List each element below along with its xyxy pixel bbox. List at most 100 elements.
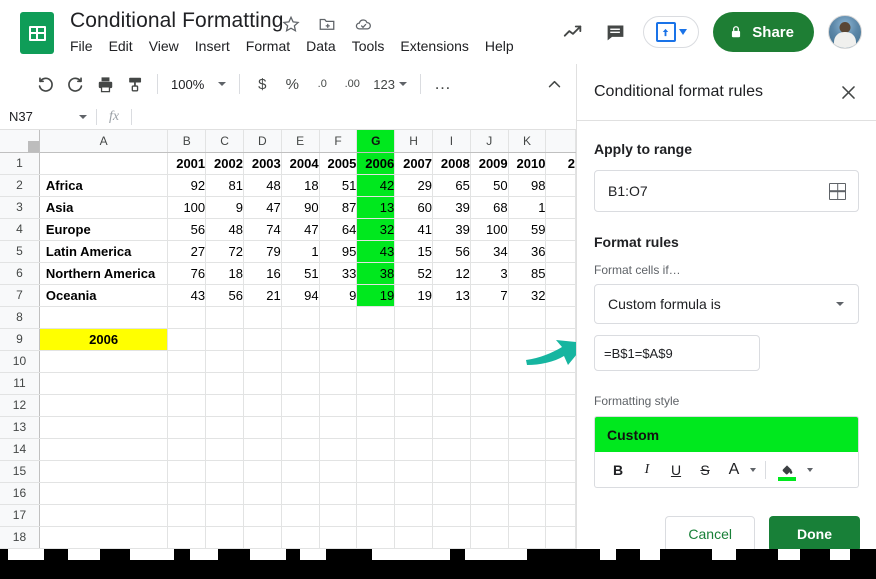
cell-F5[interactable]: 95 xyxy=(319,240,357,262)
row-header-1[interactable]: 1 xyxy=(0,152,39,174)
cell-B9[interactable] xyxy=(168,328,206,350)
cell-G9[interactable] xyxy=(357,328,395,350)
formula-input[interactable] xyxy=(132,104,576,130)
spreadsheet-grid[interactable]: A B C D E F G H I J K 1 2001 2002 2003 2… xyxy=(0,130,576,549)
column-header-B[interactable]: B xyxy=(168,130,206,152)
menu-item-edit[interactable]: Edit xyxy=(109,38,133,54)
cell-C5[interactable]: 72 xyxy=(206,240,244,262)
increase-decimal-button[interactable]: .00 xyxy=(337,70,367,98)
cell-A7[interactable]: Oceania xyxy=(39,284,167,306)
cell-A6[interactable]: Northern America xyxy=(39,262,167,284)
move-to-folder-icon[interactable] xyxy=(317,14,337,34)
cell-B2[interactable]: 92 xyxy=(168,174,206,196)
row-header-5[interactable]: 5 xyxy=(0,240,39,262)
cell-J18[interactable] xyxy=(470,526,508,548)
cell-I1[interactable]: 2008 xyxy=(433,152,471,174)
chevron-down-icon[interactable] xyxy=(79,115,87,119)
cell-J15[interactable] xyxy=(470,460,508,482)
cell-E3[interactable]: 90 xyxy=(281,196,319,218)
cell-D9[interactable] xyxy=(243,328,281,350)
cell-I18[interactable] xyxy=(433,526,471,548)
cell-G3[interactable]: 13 xyxy=(357,196,395,218)
cell-B8[interactable] xyxy=(168,306,206,328)
undo-icon[interactable] xyxy=(30,70,60,98)
condition-select[interactable]: Custom formula is xyxy=(594,284,859,324)
cell-K15[interactable] xyxy=(508,460,546,482)
cell-B12[interactable] xyxy=(168,394,206,416)
cell-J5[interactable]: 34 xyxy=(470,240,508,262)
cell-K4[interactable]: 59 xyxy=(508,218,546,240)
cell-B10[interactable] xyxy=(168,350,206,372)
cell-F15[interactable] xyxy=(319,460,357,482)
row-header-13[interactable]: 13 xyxy=(0,416,39,438)
cell-B4[interactable]: 56 xyxy=(168,218,206,240)
cell-G10[interactable] xyxy=(357,350,395,372)
cell-H10[interactable] xyxy=(395,350,433,372)
cell-H13[interactable] xyxy=(395,416,433,438)
menu-item-file[interactable]: File xyxy=(70,38,93,54)
chevron-down-icon[interactable] xyxy=(679,29,687,35)
cell-D15[interactable] xyxy=(243,460,281,482)
menu-item-extensions[interactable]: Extensions xyxy=(400,38,468,54)
done-button[interactable]: Done xyxy=(769,516,860,552)
cell-D11[interactable] xyxy=(243,372,281,394)
number-format-button[interactable]: 123 xyxy=(367,77,413,92)
trending-up-icon[interactable] xyxy=(559,18,587,46)
cell-C11[interactable] xyxy=(206,372,244,394)
cell-F3[interactable]: 87 xyxy=(319,196,357,218)
cell-G15[interactable] xyxy=(357,460,395,482)
cell-E14[interactable] xyxy=(281,438,319,460)
cell-A4[interactable]: Europe xyxy=(39,218,167,240)
cell-F13[interactable] xyxy=(319,416,357,438)
cell-G11[interactable] xyxy=(357,372,395,394)
cell-F14[interactable] xyxy=(319,438,357,460)
cell-E12[interactable] xyxy=(281,394,319,416)
cell-J8[interactable] xyxy=(470,306,508,328)
cell-I12[interactable] xyxy=(433,394,471,416)
cell-C12[interactable] xyxy=(206,394,244,416)
cell-K16[interactable] xyxy=(508,482,546,504)
row-header-16[interactable]: 16 xyxy=(0,482,39,504)
fill-color-button[interactable] xyxy=(775,457,799,483)
cell-A15[interactable] xyxy=(39,460,167,482)
cell-B15[interactable] xyxy=(168,460,206,482)
cell-E4[interactable]: 47 xyxy=(281,218,319,240)
cell-B13[interactable] xyxy=(168,416,206,438)
cell-C9[interactable] xyxy=(206,328,244,350)
cell-J11[interactable] xyxy=(470,372,508,394)
cell-C14[interactable] xyxy=(206,438,244,460)
cell-E10[interactable] xyxy=(281,350,319,372)
document-title[interactable]: Conditional Formatting xyxy=(70,9,283,33)
cell-C18[interactable] xyxy=(206,526,244,548)
cell-G6[interactable]: 38 xyxy=(357,262,395,284)
cell-D8[interactable] xyxy=(243,306,281,328)
cell-D6[interactable]: 16 xyxy=(243,262,281,284)
cell-E9[interactable] xyxy=(281,328,319,350)
cell-A11[interactable] xyxy=(39,372,167,394)
cell-C3[interactable]: 9 xyxy=(206,196,244,218)
cell-A14[interactable] xyxy=(39,438,167,460)
cell-D12[interactable] xyxy=(243,394,281,416)
cell-D13[interactable] xyxy=(243,416,281,438)
cell-I6[interactable]: 12 xyxy=(433,262,471,284)
cloud-saved-icon[interactable] xyxy=(353,14,373,34)
cell-I17[interactable] xyxy=(433,504,471,526)
cell-B11[interactable] xyxy=(168,372,206,394)
cell-A10[interactable] xyxy=(39,350,167,372)
cell-G4[interactable]: 32 xyxy=(357,218,395,240)
cell-J3[interactable]: 68 xyxy=(470,196,508,218)
row-header-4[interactable]: 4 xyxy=(0,218,39,240)
cell-C6[interactable]: 18 xyxy=(206,262,244,284)
cell-B7[interactable]: 43 xyxy=(168,284,206,306)
cell-J1[interactable]: 2009 xyxy=(470,152,508,174)
menu-item-help[interactable]: Help xyxy=(485,38,514,54)
cell-L13[interactable] xyxy=(546,416,576,438)
cell-L4[interactable] xyxy=(546,218,576,240)
cell-E1[interactable]: 2004 xyxy=(281,152,319,174)
print-icon[interactable] xyxy=(90,70,120,98)
cell-A17[interactable] xyxy=(39,504,167,526)
cell-A5[interactable]: Latin America xyxy=(39,240,167,262)
cell-J4[interactable]: 100 xyxy=(470,218,508,240)
row-header-14[interactable]: 14 xyxy=(0,438,39,460)
cell-K10[interactable] xyxy=(508,350,546,372)
